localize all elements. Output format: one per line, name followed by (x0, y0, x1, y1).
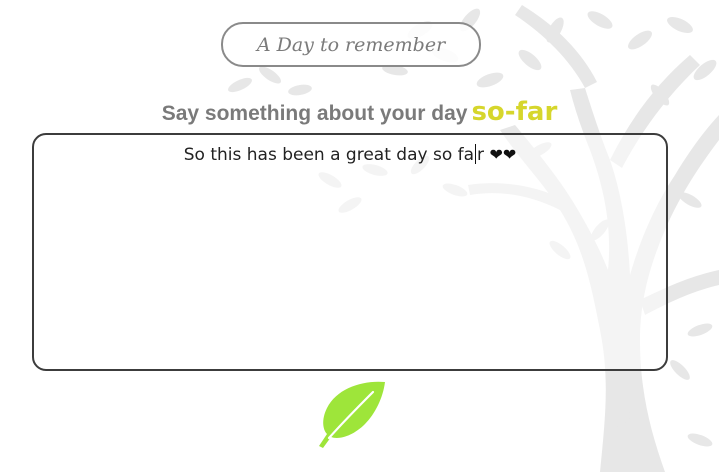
entry-prompt: Say something about your day so-far (0, 97, 719, 127)
entry-text-after-caret: r (477, 145, 485, 165)
prompt-accent: so-far (471, 97, 558, 127)
diary-page: A Day to remember Say something about yo… (0, 0, 719, 472)
feather-icon[interactable] (315, 380, 385, 450)
prompt-text: Say something about your day (161, 102, 468, 125)
entry-text-before-caret: So this has been a great day so fa (183, 145, 475, 165)
text-caret (475, 144, 477, 164)
diary-entry-textarea[interactable]: So this has been a great day so fa r ❤❤ (32, 133, 668, 371)
title-button[interactable]: A Day to remember (221, 22, 481, 67)
hearts-emoji: ❤❤ (489, 145, 517, 164)
entry-text: So this has been a great day so fa r ❤❤ (34, 144, 666, 165)
